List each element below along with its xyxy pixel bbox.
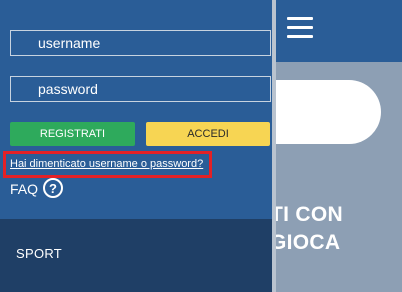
password-placeholder: password (38, 81, 98, 97)
background-promo-text: TI CON GIOCA (270, 201, 343, 257)
promo-line-1: TI CON (270, 203, 343, 226)
username-placeholder: username (38, 35, 101, 51)
register-button[interactable]: REGISTRATI (10, 122, 135, 146)
drawer-edge (272, 0, 276, 292)
help-question-icon[interactable]: ? (43, 178, 63, 198)
promo-line-2: GIOCA (270, 231, 341, 254)
faq-link[interactable]: FAQ (10, 181, 38, 197)
password-field[interactable]: password (10, 76, 271, 102)
menu-hamburger-icon[interactable] (287, 17, 313, 39)
username-field[interactable]: username (10, 30, 271, 56)
login-button[interactable]: ACCEDI (146, 122, 270, 146)
forgot-credentials-link[interactable]: Hai dimenticato username o password? (10, 158, 203, 170)
menu-item-sport[interactable]: SPORT (16, 246, 62, 261)
